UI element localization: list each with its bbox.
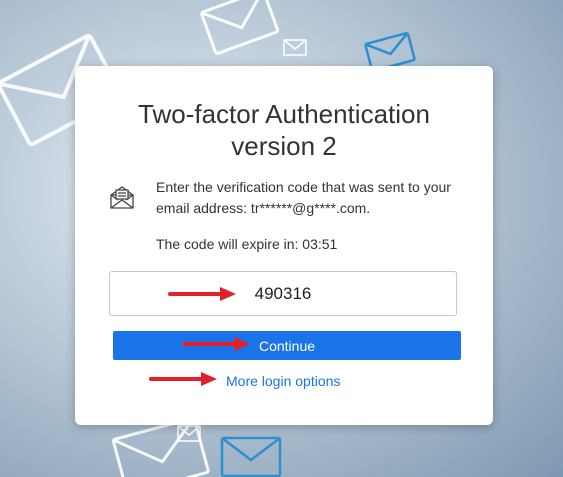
two-factor-card: Two-factor Authentication version 2 Ente… <box>75 66 493 425</box>
open-envelope-with-letter-icon <box>110 186 134 209</box>
envelope-decoration-icon <box>111 418 210 477</box>
continue-button[interactable]: Continue <box>113 331 461 360</box>
red-arrow-icon <box>168 287 236 301</box>
verification-instructions: Enter the verification code that was sen… <box>156 179 451 216</box>
page-title: Two-factor Authentication version 2 <box>75 98 493 162</box>
title-line-2: version 2 <box>231 131 337 161</box>
red-arrow-icon <box>149 372 217 386</box>
title-line-1: Two-factor Authentication <box>138 99 430 129</box>
red-arrow-icon <box>182 337 250 351</box>
envelope-decoration-icon <box>200 0 280 55</box>
envelope-decoration-icon <box>177 425 201 442</box>
verification-code-input[interactable] <box>109 271 457 316</box>
code-expiry-timer: The code will expire in: 03:51 <box>156 236 338 252</box>
more-login-options-link[interactable]: More login options <box>226 372 340 390</box>
envelope-decoration-icon <box>283 39 307 56</box>
envelope-decoration-icon <box>220 436 282 477</box>
